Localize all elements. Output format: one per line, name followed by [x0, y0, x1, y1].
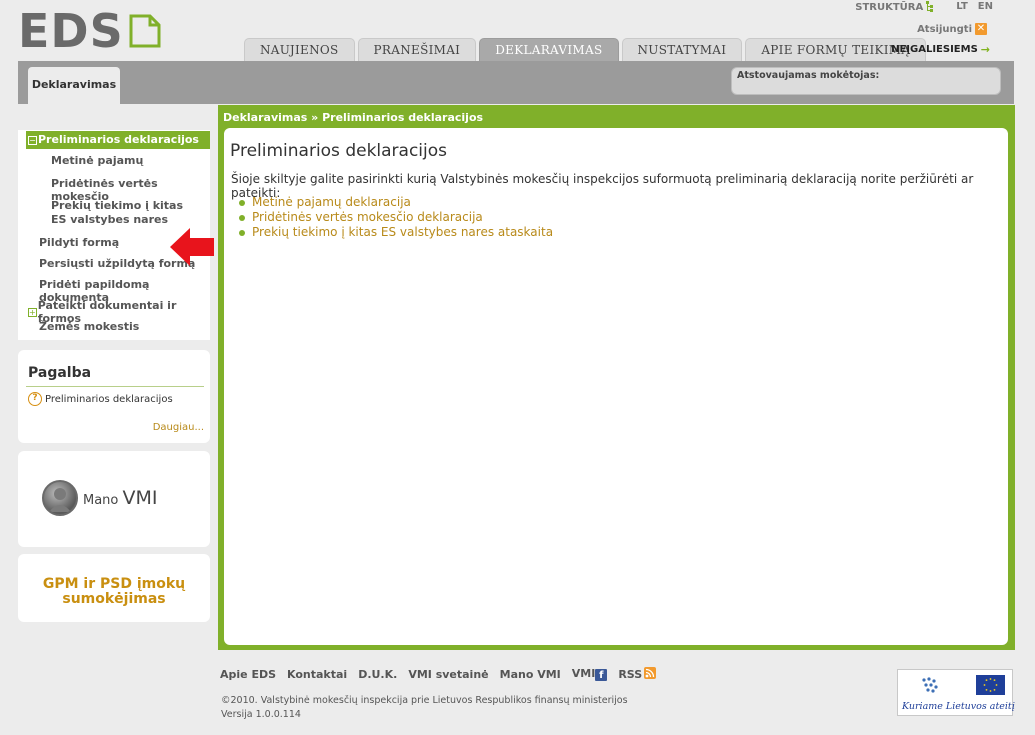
gpm-line-1: GPM ir PSD įmokų	[42, 576, 186, 592]
eu-slogan: Kuriame Lietuvos ateitį	[902, 701, 1015, 712]
arrow-right-icon: →	[980, 43, 990, 56]
link-metine-pajamu[interactable]: Metinė pajamų deklaracija	[239, 195, 553, 210]
logo-text: EDS	[18, 4, 124, 58]
user-avatar-icon	[42, 480, 78, 516]
footer-link-duk[interactable]: D.U.K.	[358, 668, 397, 681]
help-title: Pagalba	[28, 365, 92, 381]
footer-link-apie-eds[interactable]: Apie EDS	[220, 668, 276, 681]
lang-lt-link[interactable]: LT	[956, 1, 968, 13]
footer-link-vmi-facebook[interactable]: VMI f	[572, 667, 608, 681]
facebook-icon: f	[595, 669, 608, 681]
top-links: STRUKTŪRA LT EN	[855, 1, 993, 13]
structure-link[interactable]: STRUKTŪRA	[855, 1, 934, 13]
eu-flag-icon	[976, 675, 1005, 695]
structure-label: STRUKTŪRA	[855, 2, 924, 13]
footer-link-vmi-svetaine[interactable]: VMI svetainė	[408, 668, 488, 681]
sidebar-item-metine-pajamu[interactable]: Metinė pajamų	[51, 154, 143, 167]
link-pvm-deklaracija[interactable]: Pridėtinės vertės mokesčio deklaracija	[239, 210, 553, 225]
help-more-link[interactable]: Daugiau...	[153, 422, 204, 433]
version-text: Versija 1.0.0.114	[221, 709, 301, 720]
footer-rss-label: RSS	[618, 668, 643, 681]
collapse-icon[interactable]: −	[28, 135, 37, 145]
help-item-label: Preliminarios deklaracijos	[45, 393, 173, 405]
question-icon: ?	[28, 392, 42, 406]
tab-nustatymai[interactable]: NUSTATYMAI	[621, 38, 743, 61]
footer-vmi-label: VMI	[571, 667, 596, 680]
sidebar-item-zemes-mokestis[interactable]: Žemės mokestis	[39, 320, 139, 333]
sitemap-icon	[926, 1, 934, 12]
tab-naujienos[interactable]: NAUJIENOS	[244, 38, 355, 61]
gpm-psd-text: GPM ir PSD įmokų sumokėjimas	[18, 577, 210, 607]
close-icon: ✕	[975, 23, 987, 35]
eds-logo[interactable]: EDS	[18, 8, 162, 54]
logout-label: Atsijungti	[917, 23, 972, 35]
gpm-line-2: sumokėjimas	[62, 591, 166, 607]
main-tabs: NAUJIENOS PRANEŠIMAI DEKLARAVIMAS NUSTAT…	[244, 38, 927, 61]
content-area: Preliminarios deklaracijos Šioje skiltyj…	[224, 128, 1008, 645]
sidebar-item-label: Preliminarios deklaracijos	[38, 133, 199, 146]
footer-link-rss[interactable]: RSS	[618, 667, 657, 681]
main-panel: Deklaravimas » Preliminarios deklaracijo…	[218, 105, 1015, 650]
gpm-psd-banner[interactable]: GPM ir PSD įmokų sumokėjimas	[18, 554, 210, 622]
accessibility-label: NEĮGALIESIEMS	[891, 44, 978, 55]
page-title: Preliminarios deklaracijos	[230, 141, 448, 161]
subtab-deklaravimas[interactable]: Deklaravimas	[28, 67, 120, 104]
tab-deklaravimas[interactable]: DEKLARAVIMAS	[479, 38, 619, 61]
sidebar-item-prekiu-tiekimo[interactable]: Prekių tiekimo į kitas ES valstybes nare…	[51, 199, 201, 227]
lang-en-link[interactable]: EN	[978, 1, 993, 13]
sidebar-item-pildyti-forma[interactable]: Pildyti formą	[39, 236, 119, 249]
eu-funds-badge[interactable]: Kuriame Lietuvos ateitį	[897, 669, 1015, 716]
footer-links: Apie EDS Kontaktai D.U.K. VMI svetainė M…	[220, 667, 657, 681]
logout-link[interactable]: Atsijungti ✕	[917, 23, 987, 35]
tab-pranesimai[interactable]: PRANEŠIMAI	[357, 38, 477, 61]
vmi-brand: VMI	[122, 487, 158, 509]
rss-icon	[644, 667, 657, 679]
link-prekiu-tiekimo[interactable]: Prekių tiekimo į kitas ES valstybes nare…	[239, 225, 553, 240]
payer-label: Atstovaujamas mokėtojas:	[737, 70, 880, 81]
copyright-text: ©2010. Valstybinė mokesčių inspekcija pr…	[221, 695, 628, 706]
mano-vmi-text: Mano VMI	[83, 487, 158, 509]
help-panel: Pagalba ? Preliminarios deklaracijos Dau…	[18, 350, 210, 443]
expand-icon[interactable]: +	[28, 307, 37, 317]
copyright-block: ©2010. Valstybinė mokesčių inspekcija pr…	[221, 694, 628, 722]
red-arrow-icon	[168, 226, 216, 271]
declaration-links: Metinė pajamų deklaracija Pridėtinės ver…	[239, 195, 553, 240]
represented-payer-box: Atstovaujamas mokėtojas:	[731, 67, 1001, 95]
footer-link-kontaktai[interactable]: Kontaktai	[287, 668, 347, 681]
help-item-preliminarios[interactable]: ? Preliminarios deklaracijos	[28, 392, 173, 406]
mano-vmi-banner[interactable]: Mano VMI	[18, 451, 210, 547]
mano-prefix: Mano	[83, 493, 119, 508]
accessibility-link[interactable]: NEĮGALIESIEMS →	[891, 43, 990, 56]
breadcrumb[interactable]: Deklaravimas » Preliminarios deklaracijo…	[223, 111, 483, 124]
help-divider	[26, 386, 204, 387]
document-icon	[128, 13, 162, 49]
sidebar-item-preliminarios[interactable]: − Preliminarios deklaracijos	[26, 131, 210, 149]
eu-structural-funds-logo	[922, 677, 938, 693]
mano-vmi-logo: Mano VMI	[42, 480, 158, 516]
footer-link-mano-vmi[interactable]: Mano VMI	[500, 668, 561, 681]
